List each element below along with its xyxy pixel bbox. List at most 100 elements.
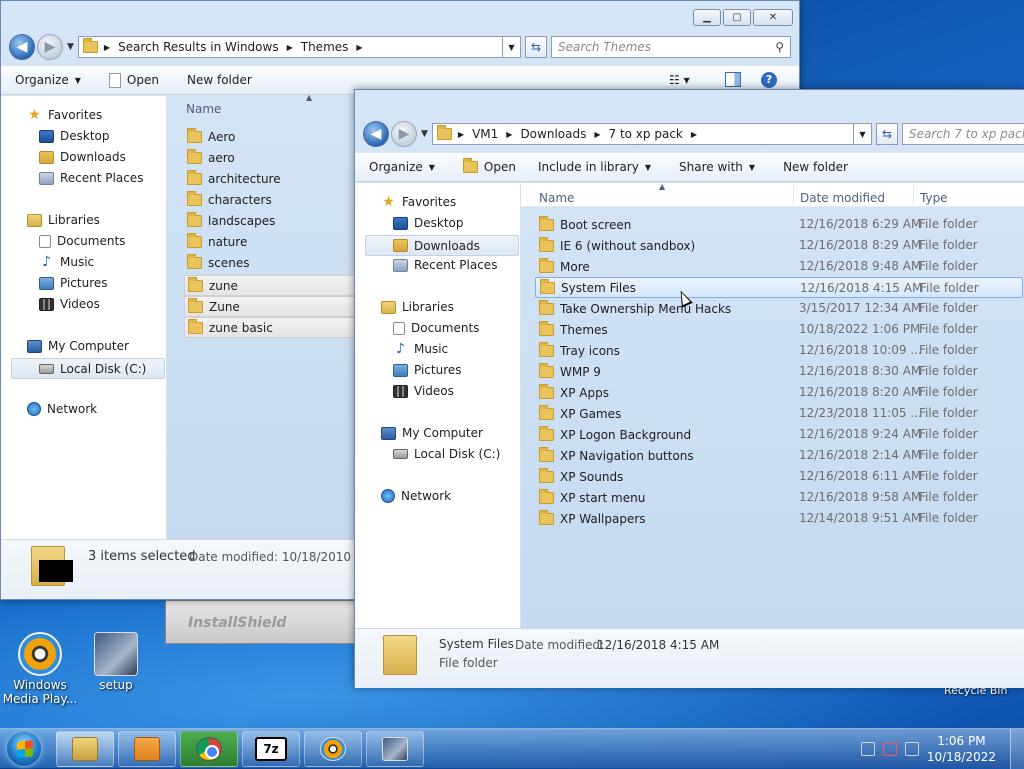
nav-downloads[interactable]: Downloads xyxy=(365,235,519,256)
list-item[interactable]: architecture xyxy=(187,170,281,186)
desktop-icon-wmp[interactable]: Windows Media Play... xyxy=(0,632,80,706)
nav-local-disk[interactable]: Local Disk (C:) xyxy=(11,358,165,379)
taskbar-chrome-button[interactable] xyxy=(180,731,238,767)
list-item[interactable]: scenes xyxy=(187,254,249,270)
show-desktop-button[interactable] xyxy=(1010,729,1024,769)
address-dropdown-button[interactable]: ▼ xyxy=(503,36,521,58)
table-row[interactable]: XP Navigation buttons 12/16/2018 2:14 AM F… xyxy=(535,445,1023,466)
nav-my-computer[interactable]: My Computer xyxy=(381,426,483,440)
breadcrumb-item[interactable]: VM1 xyxy=(472,127,498,141)
nav-recent-places[interactable]: Recent Places xyxy=(39,171,143,185)
nav-desktop[interactable]: Desktop xyxy=(39,129,110,143)
nav-favorites[interactable]: ★ Favorites xyxy=(381,195,456,209)
help-icon[interactable]: ? xyxy=(761,72,777,88)
taskbar-7zip-button[interactable]: 7z xyxy=(242,731,300,767)
nav-pictures[interactable]: Pictures xyxy=(39,276,108,290)
list-item[interactable]: Aero xyxy=(187,128,235,144)
include-in-library-button[interactable]: Include in library ▼ xyxy=(538,160,651,174)
preview-pane-icon[interactable] xyxy=(725,72,741,87)
column-header-name[interactable]: Name xyxy=(186,102,221,116)
nav-videos[interactable]: Videos xyxy=(393,384,454,398)
breadcrumb-item[interactable]: 7 to xp pack xyxy=(609,127,683,141)
list-item[interactable]: nature xyxy=(187,233,247,249)
address-bar[interactable]: ▶ VM1 ▶ Downloads ▶ 7 to xp pack ▶ xyxy=(431,123,854,145)
back-button[interactable]: ◀ xyxy=(363,121,389,147)
nav-music[interactable]: ♪ Music xyxy=(393,342,448,357)
chevron-right-icon[interactable]: ▶ xyxy=(287,43,293,52)
refresh-button[interactable]: ⇆ xyxy=(525,36,547,58)
table-row[interactable]: XP Apps 12/16/2018 8:20 AM File folder xyxy=(535,382,1023,403)
organize-button[interactable]: Organize ▼ xyxy=(15,73,81,87)
table-row[interactable]: Take Ownership Menu Hacks 3/15/2017 12:34… xyxy=(535,298,1023,319)
close-button[interactable]: ✕ xyxy=(753,9,793,26)
table-row[interactable]: XP Logon Background 12/16/2018 9:24 AM Fil… xyxy=(535,424,1023,445)
chevron-right-icon[interactable]: ▶ xyxy=(458,130,464,139)
installshield-window[interactable]: InstallShield xyxy=(165,600,365,644)
list-item-selected[interactable]: Zune xyxy=(184,296,356,317)
table-row[interactable]: XP start menu 12/16/2018 9:58 AM File fold… xyxy=(535,487,1023,508)
nav-documents[interactable]: Documents xyxy=(393,321,479,335)
minimize-button[interactable]: ▁ xyxy=(693,9,721,26)
table-row[interactable]: WMP 9 12/16/2018 8:30 AM File folder xyxy=(535,361,1023,382)
list-item[interactable]: aero xyxy=(187,149,235,165)
refresh-button[interactable]: ⇆ xyxy=(876,123,898,145)
start-button[interactable] xyxy=(6,731,42,767)
nav-libraries[interactable]: Libraries xyxy=(381,300,454,314)
view-options-button[interactable]: ☷ ▾ xyxy=(669,73,690,87)
clock[interactable]: 1:06 PM 10/18/2022 xyxy=(927,733,996,765)
list-item-selected[interactable]: zune basic xyxy=(184,317,356,338)
table-row[interactable]: XP Wallpapers 12/14/2018 9:51 AM File fold… xyxy=(535,508,1023,529)
chevron-right-icon[interactable]: ▶ xyxy=(691,130,697,139)
maximize-button[interactable]: ▢ xyxy=(723,9,751,26)
organize-button[interactable]: Organize ▼ xyxy=(369,160,435,174)
column-header-type[interactable]: Type xyxy=(920,191,948,205)
chevron-right-icon[interactable]: ▶ xyxy=(506,130,512,139)
address-dropdown-button[interactable]: ▼ xyxy=(854,123,872,145)
nav-network[interactable]: Network xyxy=(27,402,97,416)
column-header-date[interactable]: Date modified xyxy=(800,191,885,205)
forward-button[interactable]: ▶ xyxy=(391,121,417,147)
nav-documents[interactable]: Documents xyxy=(39,234,125,248)
search-icon[interactable]: ⚲ xyxy=(775,40,784,54)
list-item[interactable]: characters xyxy=(187,191,272,207)
table-row[interactable]: IE 6 (without sandbox) 12/16/2018 8:29 AM… xyxy=(535,235,1023,256)
nav-videos[interactable]: Videos xyxy=(39,297,100,311)
share-with-button[interactable]: Share with ▼ xyxy=(679,160,755,174)
taskbar-explorer-button[interactable] xyxy=(56,731,114,767)
new-folder-button[interactable]: New folder xyxy=(783,160,848,174)
table-row[interactable]: More 12/16/2018 9:48 AM File folder xyxy=(535,256,1023,277)
search-input[interactable]: Search 7 to xp pack xyxy=(902,123,1024,145)
breadcrumb-item[interactable]: Downloads xyxy=(520,127,586,141)
taskbar-setup-button[interactable] xyxy=(366,731,424,767)
desktop-icon-setup[interactable]: setup xyxy=(76,632,156,692)
nav-libraries[interactable]: Libraries xyxy=(27,213,100,227)
new-folder-button[interactable]: New folder xyxy=(187,73,252,87)
back-button[interactable]: ◀ xyxy=(9,34,35,60)
list-item-selected[interactable]: zune xyxy=(184,275,356,296)
chevron-right-icon[interactable]: ▶ xyxy=(104,43,110,52)
column-header-name[interactable]: Name xyxy=(539,191,574,205)
table-row[interactable]: System Files 12/16/2018 4:15 AM File folde… xyxy=(535,277,1023,298)
nav-my-computer[interactable]: My Computer xyxy=(27,339,129,353)
table-row[interactable]: Themes 10/18/2022 1:06 PM File folder xyxy=(535,319,1023,340)
nav-local-disk[interactable]: Local Disk (C:) xyxy=(393,447,500,461)
address-bar[interactable]: ▶ Search Results in Windows ▶ Themes ▶ xyxy=(77,36,503,58)
column-divider[interactable] xyxy=(793,185,794,205)
nav-music[interactable]: ♪ Music xyxy=(39,255,94,270)
nav-recent-places[interactable]: Recent Places xyxy=(393,258,497,272)
recent-pages-button[interactable]: ▼ xyxy=(67,42,74,52)
search-input[interactable]: Search Themes ⚲ xyxy=(551,36,791,58)
open-button[interactable]: Open xyxy=(462,158,516,174)
open-button[interactable]: Open xyxy=(108,72,159,88)
nav-network[interactable]: Network xyxy=(381,489,451,503)
nav-favorites[interactable]: ★ Favorites xyxy=(27,108,102,122)
taskbar-media-button[interactable] xyxy=(118,731,176,767)
recent-pages-button[interactable]: ▼ xyxy=(421,129,428,139)
column-divider[interactable] xyxy=(913,185,914,205)
breadcrumb-item[interactable]: Search Results in Windows xyxy=(118,40,279,54)
action-center-icon[interactable] xyxy=(882,742,897,756)
chevron-right-icon[interactable]: ▶ xyxy=(594,130,600,139)
chevron-right-icon[interactable]: ▶ xyxy=(356,43,362,52)
taskbar-wmp-button[interactable] xyxy=(304,731,362,767)
nav-desktop[interactable]: Desktop xyxy=(393,216,464,230)
